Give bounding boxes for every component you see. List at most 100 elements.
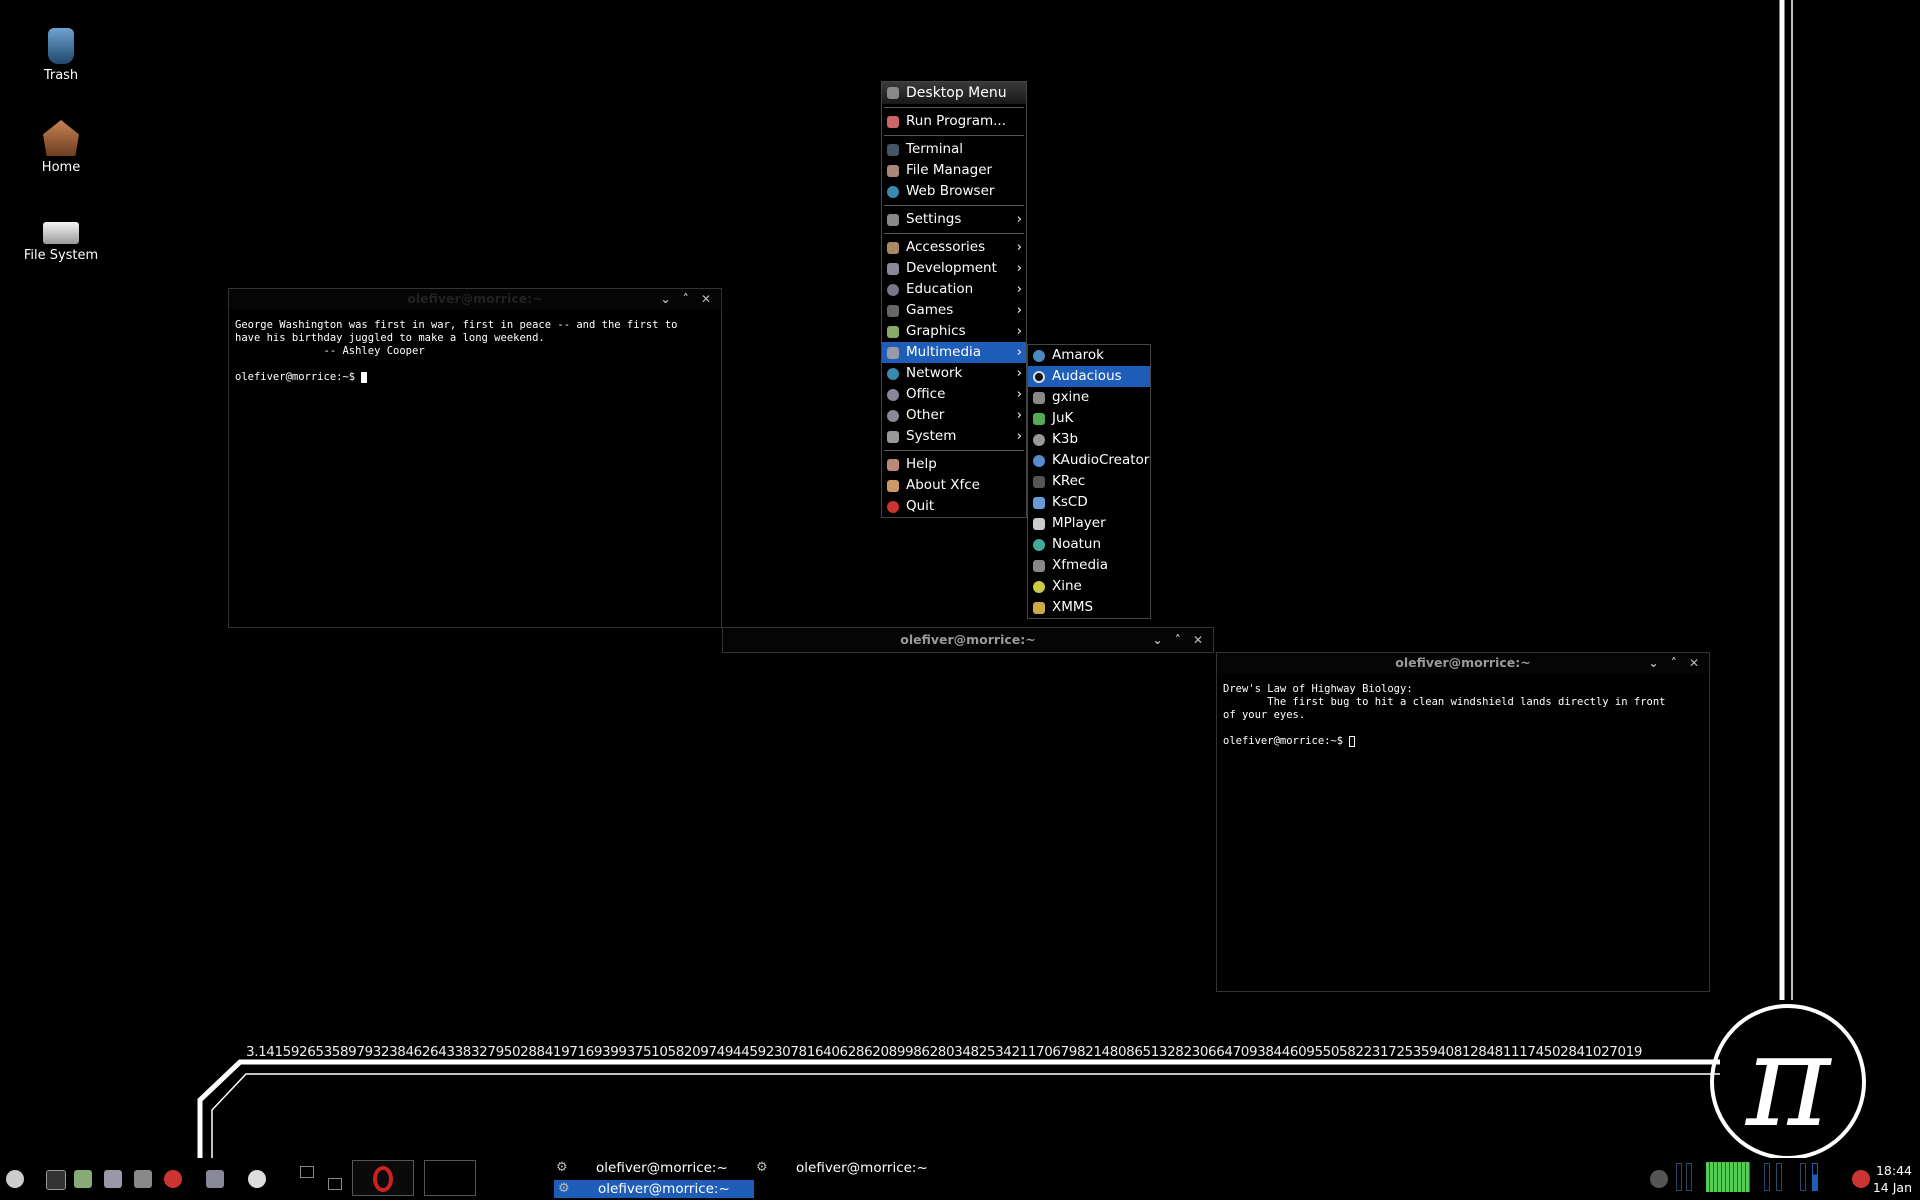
kaudiocreator-icon [1033,455,1045,467]
menu-item-xfmedia[interactable]: Xfmedia [1028,555,1150,576]
clock-date: 14 Jan [1872,1180,1912,1195]
chevron-right-icon: › [1016,344,1022,360]
terminal-output[interactable]: Drew's Law of Highway Biology: The first… [1217,673,1709,758]
menu-separator [884,135,1024,136]
editor-launcher-icon[interactable] [104,1170,122,1188]
menu-item-k3b[interactable]: K3b [1028,429,1150,450]
window-title: olefiver@morrice:~ [900,632,1036,647]
volume-icon[interactable] [1852,1170,1870,1188]
menu-item-juk[interactable]: JuK [1028,408,1150,429]
desktop-icon-label: Trash [43,68,79,83]
menu-item-network[interactable]: Network › [882,363,1026,384]
workspace-switcher[interactable] [424,1160,476,1196]
file-manager-launcher-icon[interactable] [74,1170,92,1188]
pi-logo: π [1710,1004,1866,1160]
menu-item-noatun[interactable]: Noatun [1028,534,1150,555]
menu-item-multimedia[interactable]: Multimedia › [882,342,1026,363]
desktop-icon-home[interactable]: Home [6,120,116,175]
menu-item-other[interactable]: Other › [882,405,1026,426]
window-controls[interactable]: ⌄ ˄ ✕ [1649,653,1703,673]
desktop-icon-file-system[interactable]: File System [6,212,116,263]
menu-icon [887,87,899,99]
multimedia-submenu[interactable]: Amarok Audacious gxine JuK K3b KAudioCre… [1027,344,1151,619]
window-titlebar[interactable]: olefiver@morrice:~ ⌄ ˄ ✕ [723,628,1213,652]
menu-item-settings[interactable]: Settings › [882,209,1026,230]
xfce-menu-icon[interactable] [6,1170,24,1188]
terminal-window-middle[interactable]: olefiver@morrice:~ ⌄ ˄ ✕ [722,627,1214,653]
memory-monitor [1764,1163,1770,1191]
juk-icon [1033,413,1045,425]
window-list-icon[interactable] [328,1178,342,1190]
task-terminal-2[interactable]: ⚙ olefiver@morrice:~ [752,1159,952,1177]
gxine-icon [1033,392,1045,404]
chevron-right-icon: › [1016,386,1022,402]
desktop-menu[interactable]: Desktop Menu Run Program... Terminal Fil… [881,81,1027,518]
menu-item-xmms[interactable]: XMMS [1028,597,1150,618]
amarok-icon [1033,350,1045,362]
system-icon [887,431,899,443]
menu-item-run-program[interactable]: Run Program... [882,111,1026,132]
menu-item-quit[interactable]: Quit [882,496,1026,517]
menu-item-games[interactable]: Games › [882,300,1026,321]
games-icon [887,305,899,317]
menu-item-graphics[interactable]: Graphics › [882,321,1026,342]
menu-item-xine[interactable]: Xine [1028,576,1150,597]
chevron-right-icon: › [1016,302,1022,318]
drive-icon [43,222,79,244]
network-icon [887,368,899,380]
terminal-launcher-icon[interactable] [46,1170,66,1190]
menu-separator [884,450,1024,451]
menu-item-accessories[interactable]: Accessories › [882,237,1026,258]
menu-item-krec[interactable]: KRec [1028,471,1150,492]
menu-item-web-browser[interactable]: Web Browser [882,181,1026,202]
window-title: olefiver@morrice:~ [407,291,543,306]
task-terminal-3[interactable]: ⚙ olefiver@morrice:~ [554,1180,754,1198]
menu-item-development[interactable]: Development › [882,258,1026,279]
tray-icon[interactable] [1650,1170,1668,1188]
window-controls[interactable]: ⌄ ˄ ✕ [1153,628,1207,652]
load-monitor [1812,1163,1818,1191]
menu-item-terminal[interactable]: Terminal [882,139,1026,160]
menu-item-system[interactable]: System › [882,426,1026,447]
chevron-right-icon: › [1016,211,1022,227]
menu-item-mplayer[interactable]: MPlayer [1028,513,1150,534]
xine-icon [1033,581,1045,593]
chevron-right-icon: › [1016,323,1022,339]
menu-item-kscd[interactable]: KsCD [1028,492,1150,513]
load-monitor [1800,1163,1806,1191]
tools-launcher-icon[interactable] [134,1170,152,1188]
menu-item-audacious[interactable]: Audacious [1028,366,1150,387]
task-terminal-1[interactable]: ⚙ olefiver@morrice:~ [552,1159,752,1177]
chevron-right-icon: › [1016,365,1022,381]
window-titlebar[interactable]: olefiver@morrice:~ ⌄ ˄ ✕ [229,289,721,309]
menu-item-office[interactable]: Office › [882,384,1026,405]
mplayer-icon [1033,518,1045,530]
window-titlebar[interactable]: olefiver@morrice:~ ⌄ ˄ ✕ [1217,653,1709,673]
chevron-right-icon: › [1016,428,1022,444]
opera-launcher-icon[interactable] [164,1170,182,1188]
menu-item-gxine[interactable]: gxine [1028,387,1150,408]
menu-item-amarok[interactable]: Amarok [1028,345,1150,366]
menu-item-education[interactable]: Education › [882,279,1026,300]
accessories-icon [887,242,899,254]
terminal-window-left[interactable]: olefiver@morrice:~ ⌄ ˄ ✕ George Washingt… [228,288,722,628]
desktop-icon-trash[interactable]: Trash [6,28,116,83]
menu-item-about-xfce[interactable]: About Xfce [882,475,1026,496]
terminal-output[interactable]: George Washington was first in war, firs… [229,309,721,394]
settings-launcher-icon[interactable] [206,1170,224,1188]
opera-task-button[interactable] [352,1160,414,1196]
menu-item-help[interactable]: Help [882,454,1026,475]
task-label: olefiver@morrice:~ [796,1160,928,1176]
menu-item-file-manager[interactable]: File Manager [882,160,1026,181]
development-icon [887,263,899,275]
clock[interactable]: 18:44 14 Jan [1873,1162,1912,1196]
chevron-right-icon: › [1016,260,1022,276]
menu-item-kaudiocreator[interactable]: KAudioCreator [1028,450,1150,471]
clock-time: 18:44 [1875,1163,1912,1178]
window-controls[interactable]: ⌄ ˄ ✕ [661,289,715,309]
show-desktop-icon[interactable] [300,1166,314,1178]
terminal-window-right[interactable]: olefiver@morrice:~ ⌄ ˄ ✕ Drew's Law of H… [1216,652,1710,992]
opera-icon [373,1166,393,1192]
pi-digits-wallpaper: 3.14159265358979323846264338327950288419… [246,1044,1643,1060]
mascot-launcher-icon[interactable] [248,1170,266,1188]
